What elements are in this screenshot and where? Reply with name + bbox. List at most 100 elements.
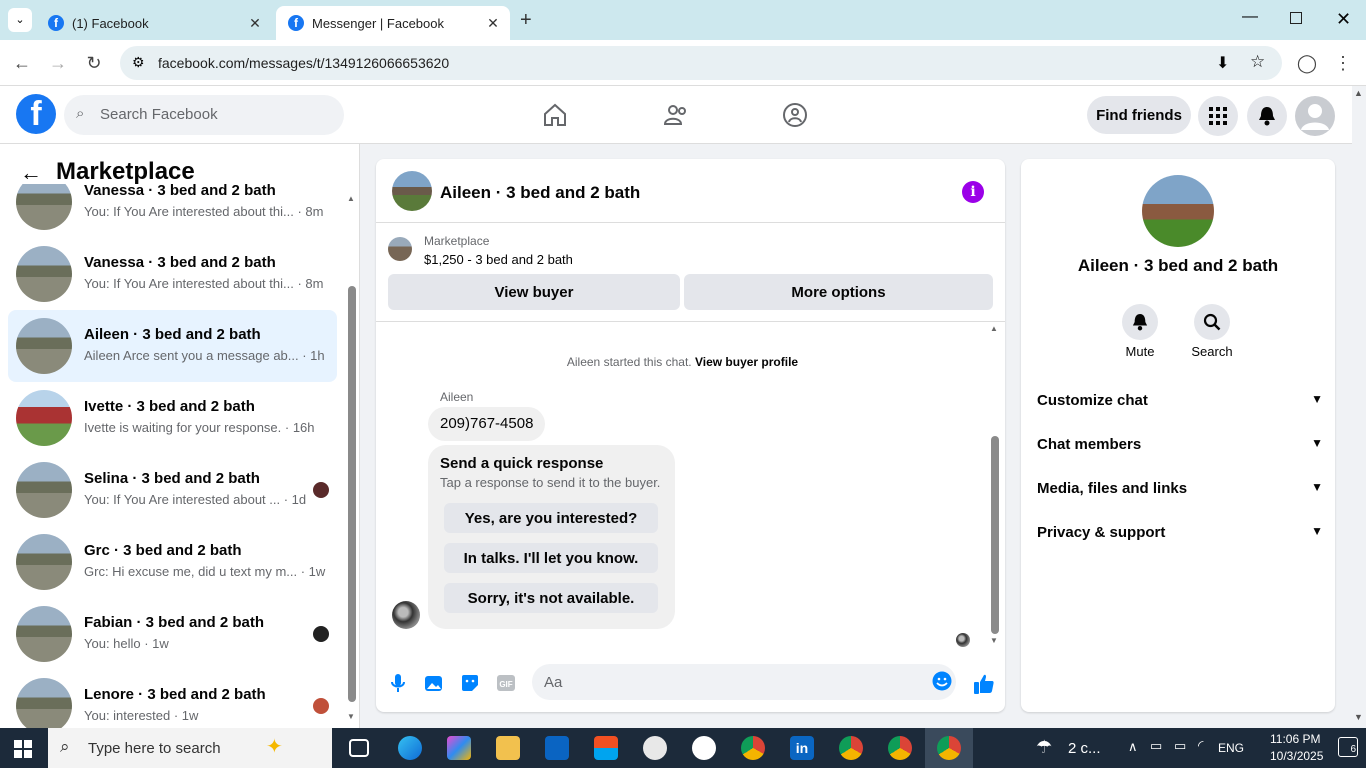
microphone-icon[interactable]: [387, 672, 409, 694]
page-scrollbar[interactable]: ▲ ▼: [1352, 86, 1366, 728]
back-button[interactable]: ←: [9, 50, 35, 76]
info-icon[interactable]: i: [962, 181, 984, 203]
clock-date[interactable]: 10/3/2025: [1270, 749, 1323, 763]
install-app-icon[interactable]: ⬇: [1216, 53, 1229, 73]
sender-avatar[interactable]: [392, 601, 420, 629]
conversation-item[interactable]: Ivette · 3 bed and 2 bath Ivette is wait…: [8, 382, 337, 454]
facebook-logo-icon[interactable]: f: [16, 94, 56, 134]
avatar: [16, 390, 72, 446]
chat-scrollbar[interactable]: ▲ ▼: [990, 324, 1000, 650]
reload-button[interactable]: ↻: [81, 50, 107, 76]
scrollbar-track[interactable]: ▲ ▼: [346, 194, 358, 724]
tab-search-dropdown[interactable]: ⌄: [8, 8, 32, 32]
back-arrow-icon[interactable]: ←: [20, 160, 42, 186]
find-friends-button[interactable]: Find friends: [1087, 96, 1191, 134]
chat-title[interactable]: Aileen · 3 bed and 2 bath: [440, 183, 640, 203]
restore-button[interactable]: [1290, 12, 1302, 24]
privacy-support-section[interactable]: Privacy & support ▼: [1037, 524, 1323, 541]
notification-center-icon[interactable]: 6: [1338, 737, 1358, 757]
close-tab-icon[interactable]: ✕: [246, 14, 264, 32]
scroll-down-arrow-icon[interactable]: ▼: [1354, 712, 1363, 722]
site-info-icon[interactable]: ⚙: [132, 54, 145, 71]
linkedin-icon[interactable]: in: [790, 736, 814, 760]
menu-grid-icon[interactable]: [1198, 96, 1238, 136]
language-indicator[interactable]: ENG: [1218, 741, 1244, 755]
close-window-button[interactable]: ✕: [1336, 9, 1351, 30]
scroll-up-arrow-icon[interactable]: ▲: [1354, 88, 1363, 98]
battery-icon[interactable]: ▭: [1174, 738, 1186, 754]
scroll-up-arrow-icon[interactable]: ▲: [347, 194, 355, 203]
wifi-icon[interactable]: ◜: [1198, 737, 1203, 754]
windows-start-icon[interactable]: [14, 740, 32, 763]
browser-menu-icon[interactable]: ⋮: [1330, 50, 1356, 76]
profile-icon[interactable]: ◯: [1294, 50, 1320, 76]
sticker-icon[interactable]: [459, 672, 481, 694]
view-buyer-profile-link[interactable]: View buyer profile: [695, 355, 798, 369]
groups-icon[interactable]: [782, 102, 808, 133]
conversation-item[interactable]: Grc · 3 bed and 2 bath Grc: Hi excuse me…: [8, 526, 337, 598]
weather-icon[interactable]: ☂: [1036, 737, 1052, 758]
conversation-scroll-area[interactable]: Vanessa · 3 bed and 2 bath You: If You A…: [0, 184, 345, 728]
view-buyer-button[interactable]: View buyer: [388, 274, 680, 310]
tab-facebook[interactable]: f (1) Facebook ✕: [36, 6, 272, 40]
thumbs-up-icon[interactable]: [972, 672, 996, 696]
customize-chat-section[interactable]: Customize chat ▼: [1037, 392, 1323, 409]
minimize-button[interactable]: —: [1242, 8, 1258, 26]
mute-button[interactable]: Mute: [1110, 304, 1170, 359]
tab-messenger[interactable]: f Messenger | Facebook ✕: [276, 6, 510, 40]
quick-response-button[interactable]: Yes, are you interested?: [444, 503, 658, 533]
conversation-item-active[interactable]: Aileen · 3 bed and 2 bath Aileen Arce se…: [8, 310, 337, 382]
message-bubble[interactable]: 209)767-4508: [428, 407, 546, 441]
copilot-icon[interactable]: [447, 736, 471, 760]
conversation-item[interactable]: Selina · 3 bed and 2 bath You: If You Ar…: [8, 454, 337, 526]
conversation-item[interactable]: Vanessa · 3 bed and 2 bath You: If You A…: [8, 184, 337, 238]
paint-app-icon[interactable]: [643, 736, 667, 760]
weather-text[interactable]: 2 c...: [1068, 740, 1101, 757]
scrollbar-thumb[interactable]: [991, 436, 999, 634]
scroll-down-arrow-icon[interactable]: ▼: [347, 712, 355, 721]
taskbar-search-box[interactable]: ⌕ Type here to search ✦: [48, 728, 332, 768]
forward-button[interactable]: →: [45, 50, 71, 76]
bookmark-star-icon[interactable]: ☆: [1250, 52, 1265, 72]
conversation-item[interactable]: Vanessa · 3 bed and 2 bath You: If You A…: [8, 238, 337, 310]
account-avatar[interactable]: [1295, 96, 1335, 136]
more-options-button[interactable]: More options: [684, 274, 993, 310]
facebook-search-input[interactable]: ⌕ Search Facebook: [64, 95, 344, 135]
gif-icon[interactable]: GIF: [495, 672, 517, 694]
scroll-down-arrow-icon[interactable]: ▼: [990, 636, 998, 645]
chat-members-section[interactable]: Chat members ▼: [1037, 436, 1323, 453]
scrollbar-thumb[interactable]: [348, 286, 356, 702]
media-files-links-section[interactable]: Media, files and links ▼: [1037, 480, 1323, 497]
friends-icon[interactable]: [663, 102, 689, 133]
chrome-profile-r-icon[interactable]: [741, 736, 765, 760]
conversation-name: Aileen · 3 bed and 2 bath: [84, 326, 261, 343]
notifications-bell-icon[interactable]: [1247, 96, 1287, 136]
quick-response-button[interactable]: Sorry, it's not available.: [444, 583, 658, 613]
conversation-item[interactable]: Lenore · 3 bed and 2 bath You: intereste…: [8, 670, 337, 728]
chevron-up-icon[interactable]: ∧: [1128, 739, 1138, 755]
chrome-icon[interactable]: [888, 736, 912, 760]
file-explorer-icon[interactable]: [496, 736, 520, 760]
profile-avatar[interactable]: [1142, 175, 1214, 247]
meet-now-icon[interactable]: ▭: [1150, 738, 1162, 754]
edge-browser-icon[interactable]: [398, 736, 422, 760]
microsoft-store-icon[interactable]: [594, 736, 618, 760]
conversation-item[interactable]: Fabian · 3 bed and 2 bath You: hello · 1…: [8, 598, 337, 670]
clock-time[interactable]: 11:06 PM: [1270, 732, 1320, 746]
avatar[interactable]: [392, 171, 432, 211]
scroll-up-arrow-icon[interactable]: ▲: [990, 324, 998, 333]
active-app-highlight[interactable]: [925, 728, 973, 768]
home-icon[interactable]: [542, 102, 568, 133]
quick-response-button[interactable]: In talks. I'll let you know.: [444, 543, 658, 573]
new-tab-button[interactable]: +: [520, 9, 532, 32]
outlook-icon[interactable]: [545, 736, 569, 760]
url-field[interactable]: ⚙ facebook.com/messages/t/13491260666536…: [120, 46, 1282, 80]
close-tab-icon[interactable]: ✕: [484, 14, 502, 32]
media-app-icon[interactable]: [692, 736, 716, 760]
search-in-chat-button[interactable]: Search: [1182, 304, 1242, 359]
photo-icon[interactable]: [423, 672, 445, 694]
chrome-icon[interactable]: [839, 736, 863, 760]
task-view-icon[interactable]: [349, 739, 369, 757]
message-input[interactable]: Aa: [532, 664, 956, 700]
emoji-icon[interactable]: [932, 671, 952, 695]
